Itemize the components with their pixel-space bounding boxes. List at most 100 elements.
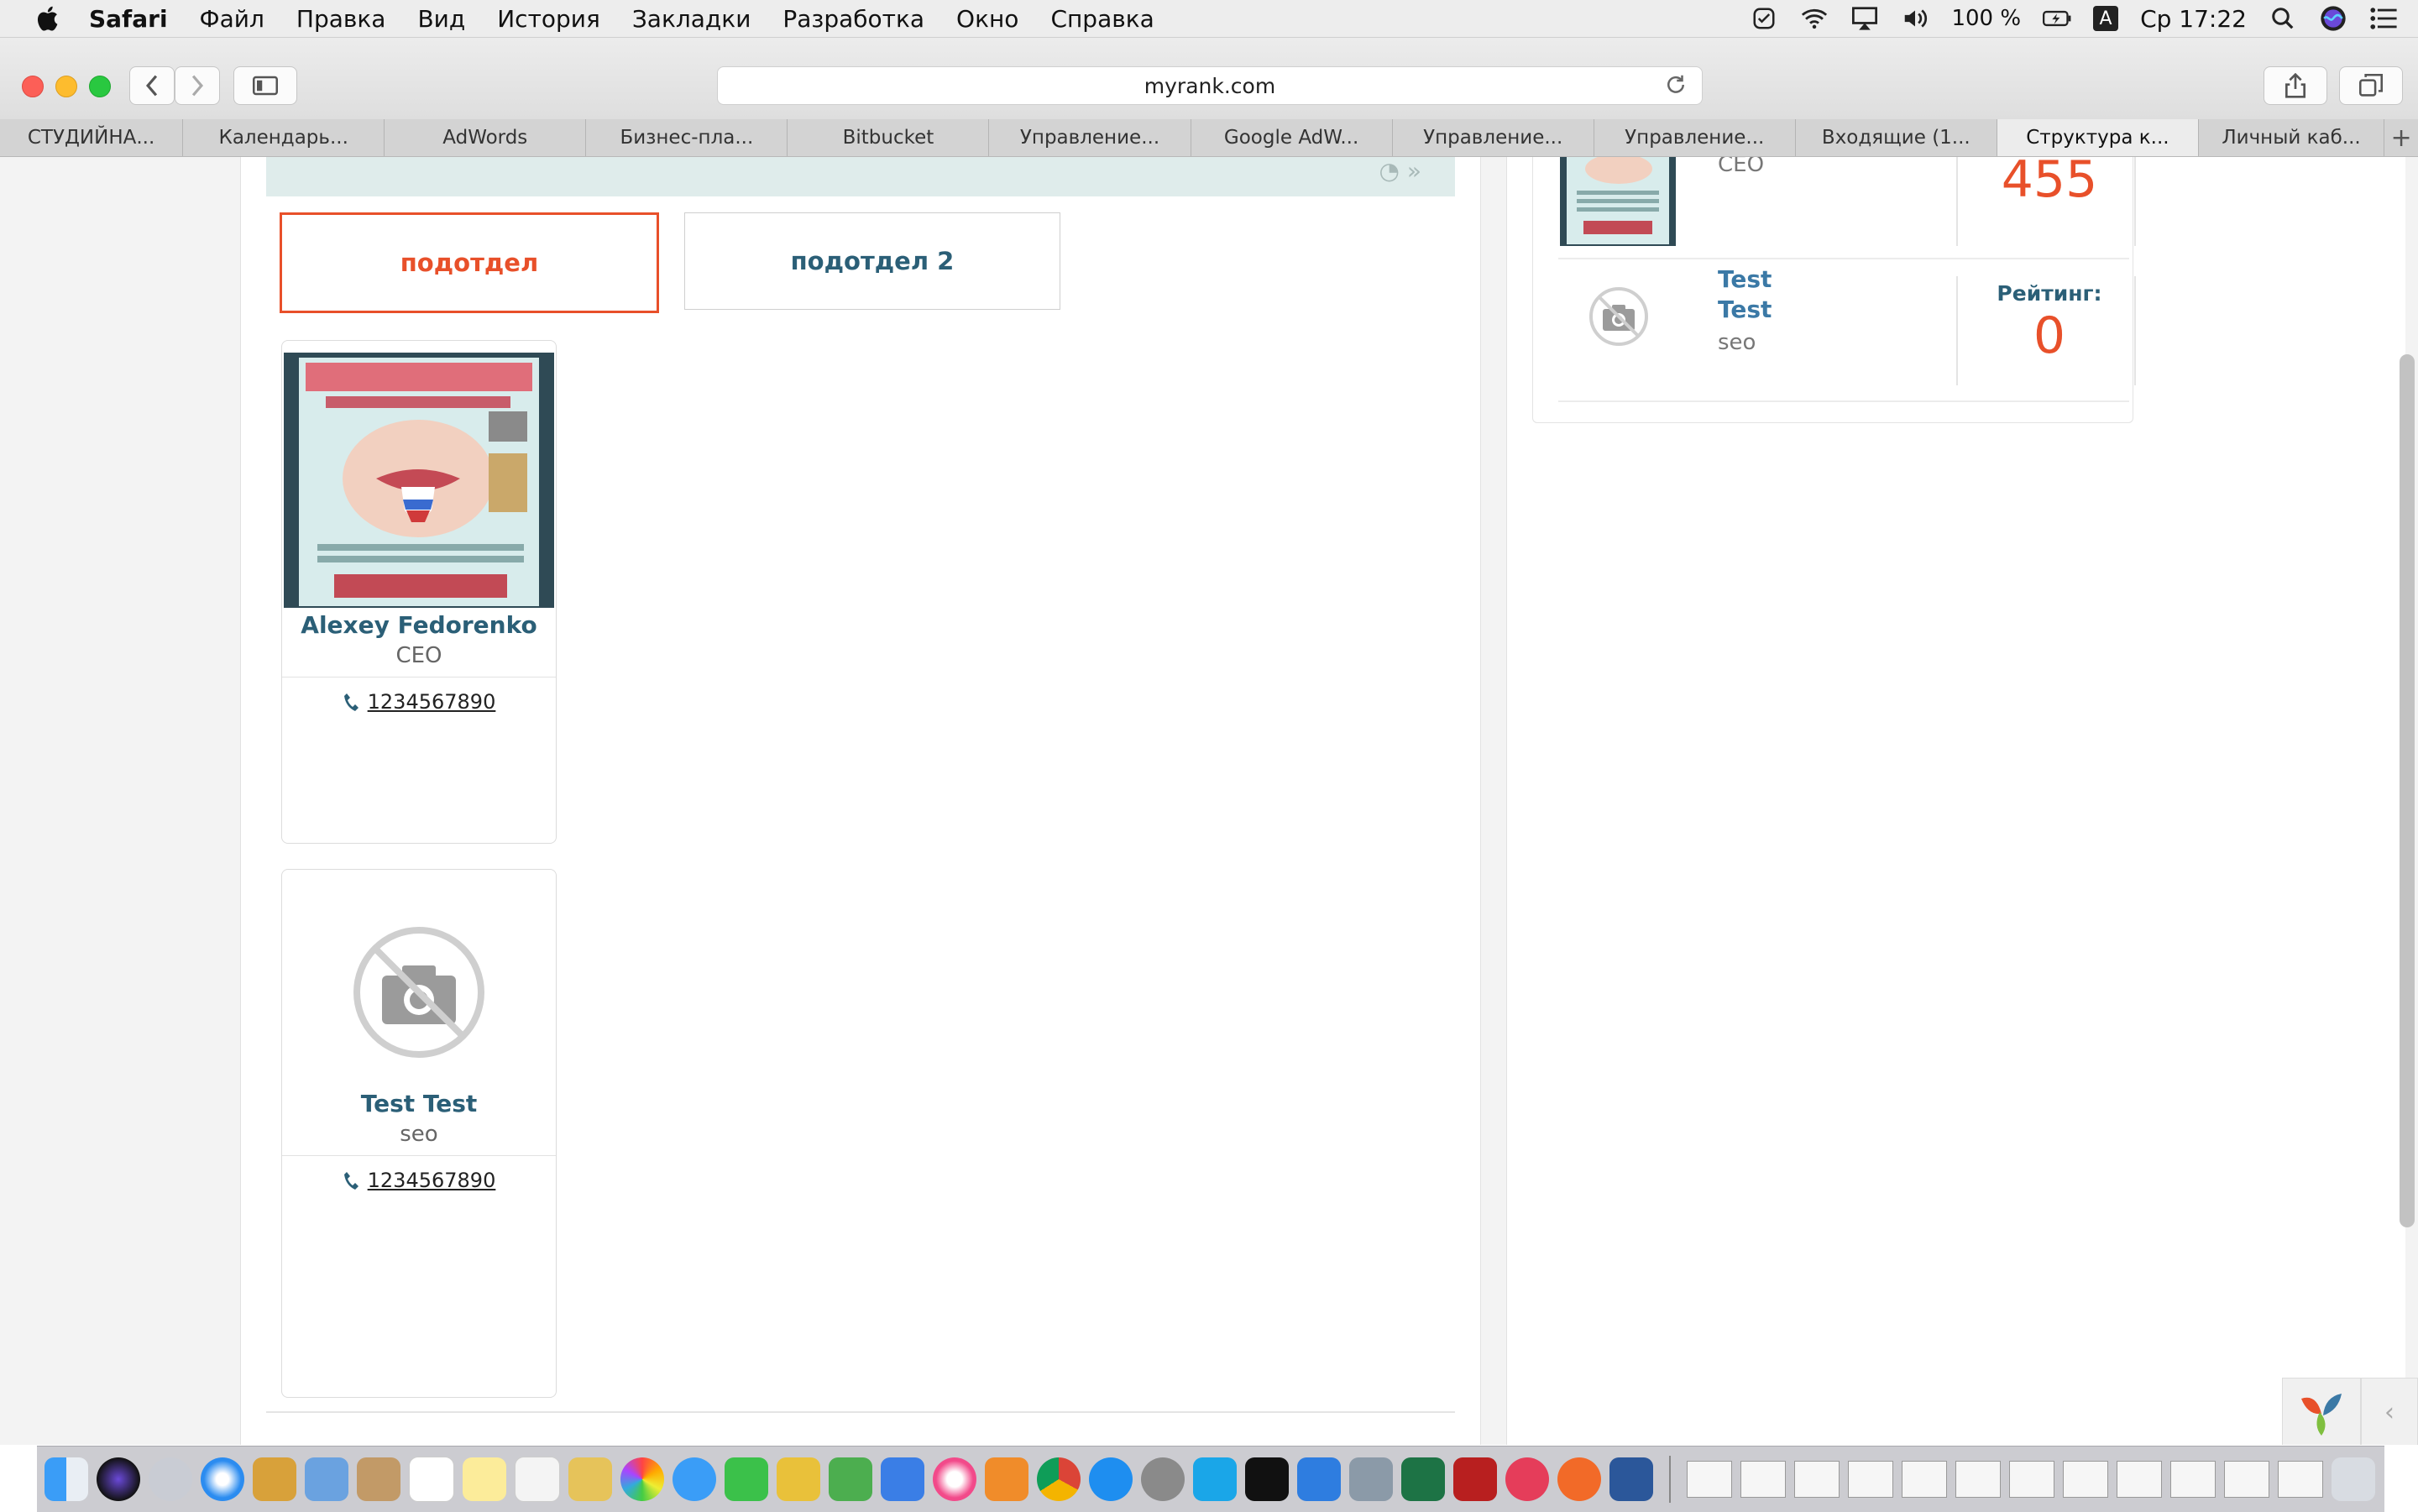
document-thumbnail[interactable] bbox=[2063, 1461, 2108, 1498]
itunes-icon[interactable] bbox=[933, 1457, 976, 1501]
input-source-indicator[interactable]: A bbox=[2093, 6, 2119, 31]
ibooks-icon[interactable] bbox=[985, 1457, 1028, 1501]
stickies-icon[interactable] bbox=[568, 1457, 612, 1501]
finder-icon[interactable] bbox=[44, 1457, 88, 1501]
pages-icon[interactable] bbox=[777, 1457, 820, 1501]
employee-name[interactable]: Test Test bbox=[282, 1090, 556, 1117]
page-scrollbar[interactable] bbox=[2400, 354, 2415, 1227]
numbers-icon[interactable] bbox=[829, 1457, 872, 1501]
subdepartment-tab[interactable]: подотдел 2 bbox=[684, 212, 1060, 310]
rating-row-last-name[interactable]: Test bbox=[1718, 295, 1772, 325]
browser-tab[interactable]: Личный каб... bbox=[2199, 119, 2385, 156]
window-minimize-button[interactable] bbox=[55, 76, 77, 97]
browser-tab[interactable]: Google AdW... bbox=[1191, 119, 1393, 156]
document-thumbnail[interactable] bbox=[1794, 1461, 1840, 1498]
browser-tab-active[interactable]: Структура к... bbox=[1997, 119, 2199, 156]
tab-overview-button[interactable] bbox=[2339, 66, 2403, 105]
browser-tab[interactable]: Управление... bbox=[989, 119, 1191, 156]
menu-help[interactable]: Справка bbox=[1050, 5, 1154, 33]
address-bar[interactable]: myrank.com bbox=[717, 66, 1703, 105]
airplay-icon[interactable] bbox=[1850, 4, 1879, 33]
document-thumbnail[interactable] bbox=[2117, 1461, 2162, 1498]
reload-icon[interactable] bbox=[1663, 72, 1688, 102]
keynote-icon[interactable] bbox=[881, 1457, 924, 1501]
volume-icon[interactable] bbox=[1901, 4, 1929, 33]
document-thumbnail[interactable] bbox=[2170, 1461, 2216, 1498]
notes-icon[interactable] bbox=[463, 1457, 506, 1501]
photos-icon[interactable] bbox=[620, 1457, 664, 1501]
employee-card[interactable]: Alexey Fedorenko CEO 1234567890 bbox=[281, 340, 557, 844]
sublime-text-icon[interactable] bbox=[253, 1457, 296, 1501]
rating-row[interactable]: Test Test seo Рейтинг: 0 bbox=[1533, 259, 2136, 411]
filezilla-icon[interactable] bbox=[1453, 1457, 1497, 1501]
battery-icon[interactable] bbox=[2043, 4, 2071, 33]
menu-develop[interactable]: Разработка bbox=[782, 5, 924, 33]
new-tab-button[interactable]: + bbox=[2384, 119, 2418, 156]
siri-icon[interactable] bbox=[2319, 4, 2347, 33]
document-thumbnail[interactable] bbox=[2009, 1461, 2054, 1498]
document-thumbnail[interactable] bbox=[2224, 1461, 2269, 1498]
debug-toolbar-toggle-button[interactable]: ‹ bbox=[2361, 1378, 2418, 1445]
browser-tab[interactable]: Входящие (1... bbox=[1796, 119, 1997, 156]
menubar-clock[interactable]: Ср 17:22 bbox=[2140, 5, 2247, 33]
search-icon[interactable] bbox=[2269, 4, 2297, 33]
messages-icon[interactable] bbox=[673, 1457, 716, 1501]
browser-tab[interactable]: Bitbucket bbox=[788, 119, 990, 156]
document-thumbnail[interactable] bbox=[1902, 1461, 1947, 1498]
employee-card[interactable]: Test Test seo 1234567890 bbox=[281, 869, 557, 1398]
chrome-icon[interactable] bbox=[1037, 1457, 1081, 1501]
apple-icon[interactable] bbox=[34, 3, 64, 34]
siri-icon[interactable] bbox=[97, 1457, 140, 1501]
menu-bookmarks[interactable]: Закладки bbox=[632, 5, 751, 33]
back-button[interactable] bbox=[129, 66, 175, 105]
browser-tab[interactable]: Управление... bbox=[1594, 119, 1796, 156]
phone-link[interactable]: 1234567890 bbox=[368, 690, 496, 714]
menu-file[interactable]: Файл bbox=[200, 5, 264, 33]
menu-edit[interactable]: Правка bbox=[296, 5, 386, 33]
checkmark-status-icon[interactable] bbox=[1750, 4, 1778, 33]
menu-window[interactable]: Окно bbox=[956, 5, 1018, 33]
document-thumbnail[interactable] bbox=[1955, 1461, 2001, 1498]
window-close-button[interactable] bbox=[22, 76, 44, 97]
wifi-icon[interactable] bbox=[1800, 4, 1829, 33]
contacts-icon[interactable] bbox=[357, 1457, 400, 1501]
subdepartment-tab-active[interactable]: подотдел bbox=[280, 212, 659, 313]
safari-icon[interactable] bbox=[201, 1457, 244, 1501]
debug-toolbar-logo-button[interactable] bbox=[2282, 1378, 2361, 1445]
forward-button[interactable] bbox=[175, 66, 220, 105]
image-capture-icon[interactable] bbox=[1349, 1457, 1393, 1501]
document-thumbnail[interactable] bbox=[1687, 1461, 1732, 1498]
reminders-icon[interactable] bbox=[515, 1457, 560, 1502]
sidebar-toggle-button[interactable] bbox=[233, 66, 297, 105]
notification-center-icon[interactable] bbox=[2369, 4, 2398, 33]
system-preferences-icon[interactable] bbox=[1141, 1457, 1185, 1501]
launchpad-icon[interactable] bbox=[149, 1457, 192, 1501]
menubar-app-name[interactable]: Safari bbox=[89, 5, 168, 33]
document-thumbnail[interactable] bbox=[1740, 1461, 1786, 1498]
phone-link[interactable]: 1234567890 bbox=[368, 1169, 496, 1192]
document-thumbnail[interactable] bbox=[2278, 1461, 2323, 1498]
browser-tab[interactable]: Бизнес-пла... bbox=[586, 119, 788, 156]
browser-tab[interactable]: Управление... bbox=[1393, 119, 1594, 156]
employee-name[interactable]: Alexey Fedorenko bbox=[282, 611, 556, 639]
terminal-icon[interactable] bbox=[1245, 1457, 1289, 1501]
browser-tab[interactable]: СТУДИЙНА... bbox=[0, 119, 184, 156]
browser-tab[interactable]: Календарь... bbox=[183, 119, 385, 156]
preview-icon[interactable] bbox=[305, 1457, 348, 1501]
share-button[interactable] bbox=[2264, 66, 2327, 105]
trash-icon[interactable] bbox=[2332, 1457, 2375, 1501]
window-zoom-button[interactable] bbox=[89, 76, 111, 97]
rating-row-first-name[interactable]: Test bbox=[1718, 264, 1772, 295]
menu-view[interactable]: Вид bbox=[417, 5, 465, 33]
rating-row[interactable]: CEO 455 bbox=[1533, 157, 2136, 258]
excel-icon[interactable] bbox=[1401, 1457, 1445, 1501]
flickr-icon[interactable] bbox=[1505, 1457, 1549, 1501]
skype-icon[interactable] bbox=[1193, 1457, 1237, 1501]
document-thumbnail[interactable] bbox=[1848, 1461, 1893, 1498]
app-store-icon[interactable] bbox=[1089, 1457, 1133, 1501]
menu-history[interactable]: История bbox=[497, 5, 600, 33]
browser-tab[interactable]: AdWords bbox=[385, 119, 587, 156]
postman-icon[interactable] bbox=[1557, 1457, 1601, 1501]
word-icon[interactable] bbox=[1609, 1457, 1653, 1501]
calendar-icon[interactable] bbox=[409, 1457, 454, 1502]
